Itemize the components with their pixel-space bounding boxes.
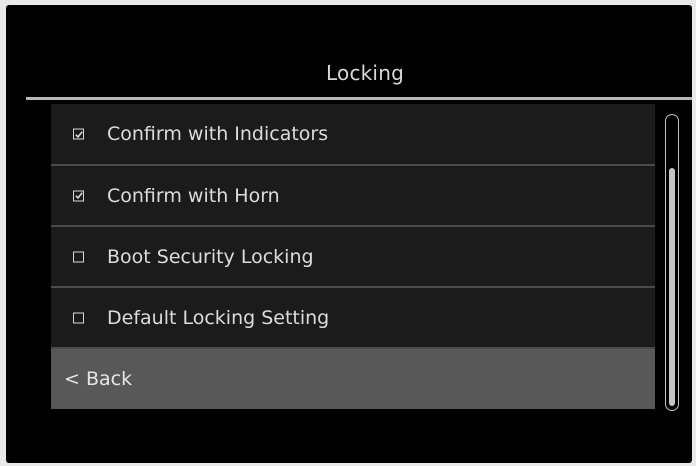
page-title: Locking (326, 61, 404, 85)
checkbox-checked-icon[interactable] (73, 128, 84, 140)
menu-item-label: Default Locking Setting (107, 306, 330, 329)
back-label: < Back (64, 368, 133, 390)
scrollbar-thumb[interactable] (668, 168, 675, 406)
menu-item-confirm-with-horn[interactable]: Confirm with Horn (51, 166, 655, 227)
checkbox-unchecked-icon[interactable] (73, 251, 84, 262)
menu-item-boot-security-locking[interactable]: Boot Security Locking (51, 227, 655, 288)
menu-item-label: Boot Security Locking (107, 245, 314, 268)
locking-menu-list: Confirm with Indicators Confirm with Hor… (51, 104, 655, 409)
menu-item-label: Confirm with Indicators (107, 123, 329, 145)
menu-item-label: Confirm with Horn (107, 184, 280, 207)
scrollbar[interactable] (665, 114, 679, 411)
checkbox-checked-icon[interactable] (73, 190, 84, 201)
title-divider (26, 97, 692, 100)
menu-item-default-locking-setting[interactable]: Default Locking Setting (51, 288, 655, 349)
menu-item-confirm-with-indicators[interactable]: Confirm with Indicators (51, 104, 655, 166)
back-button[interactable]: < Back (51, 349, 655, 409)
checkbox-unchecked-icon[interactable] (73, 312, 84, 323)
